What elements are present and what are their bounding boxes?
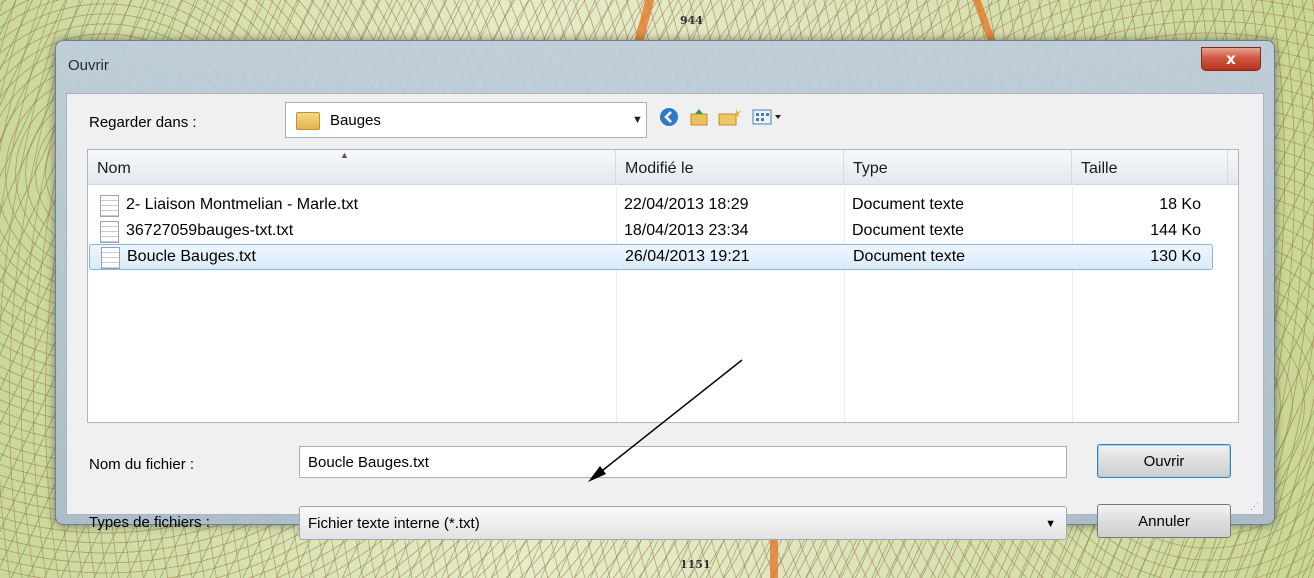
- annotation-arrow: [588, 359, 743, 482]
